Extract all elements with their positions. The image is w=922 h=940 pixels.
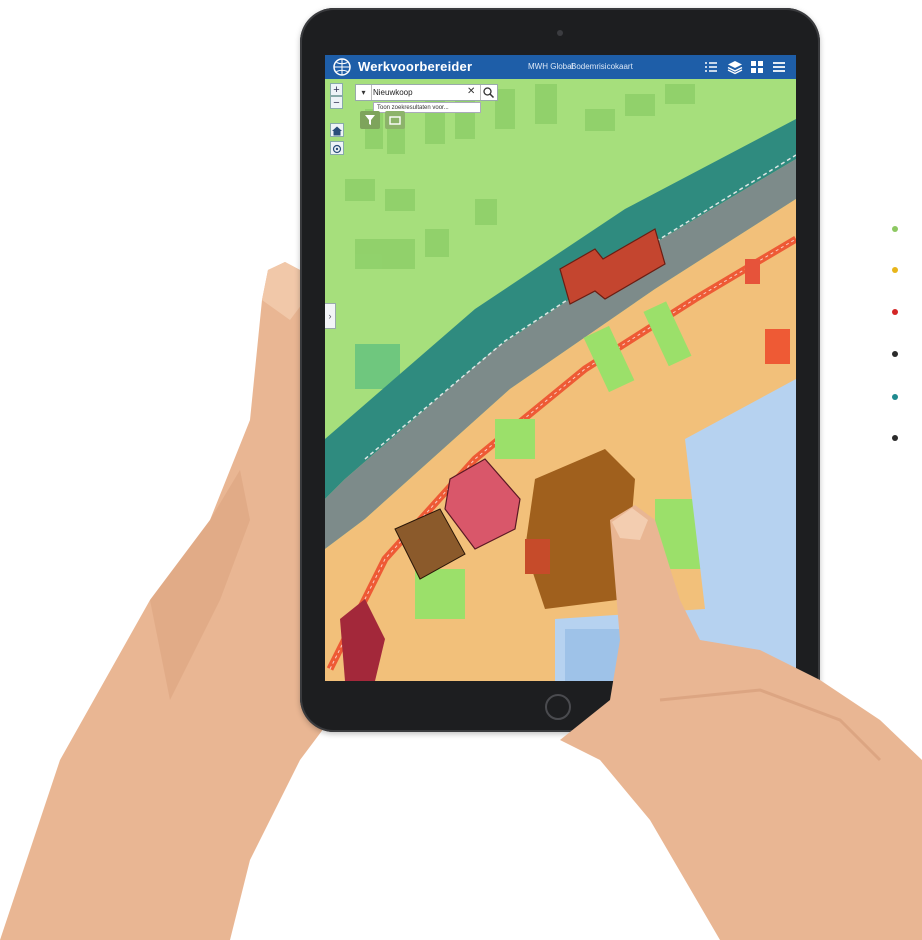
- legend-dot-teal: [892, 394, 898, 400]
- legend-dot-yellow: [892, 267, 898, 273]
- legend-dot-black-2: [892, 435, 898, 441]
- legend-dot-red: [892, 309, 898, 315]
- legend-dot-black: [892, 351, 898, 357]
- legend-dot-green: [892, 226, 898, 232]
- right-hand: [560, 505, 922, 940]
